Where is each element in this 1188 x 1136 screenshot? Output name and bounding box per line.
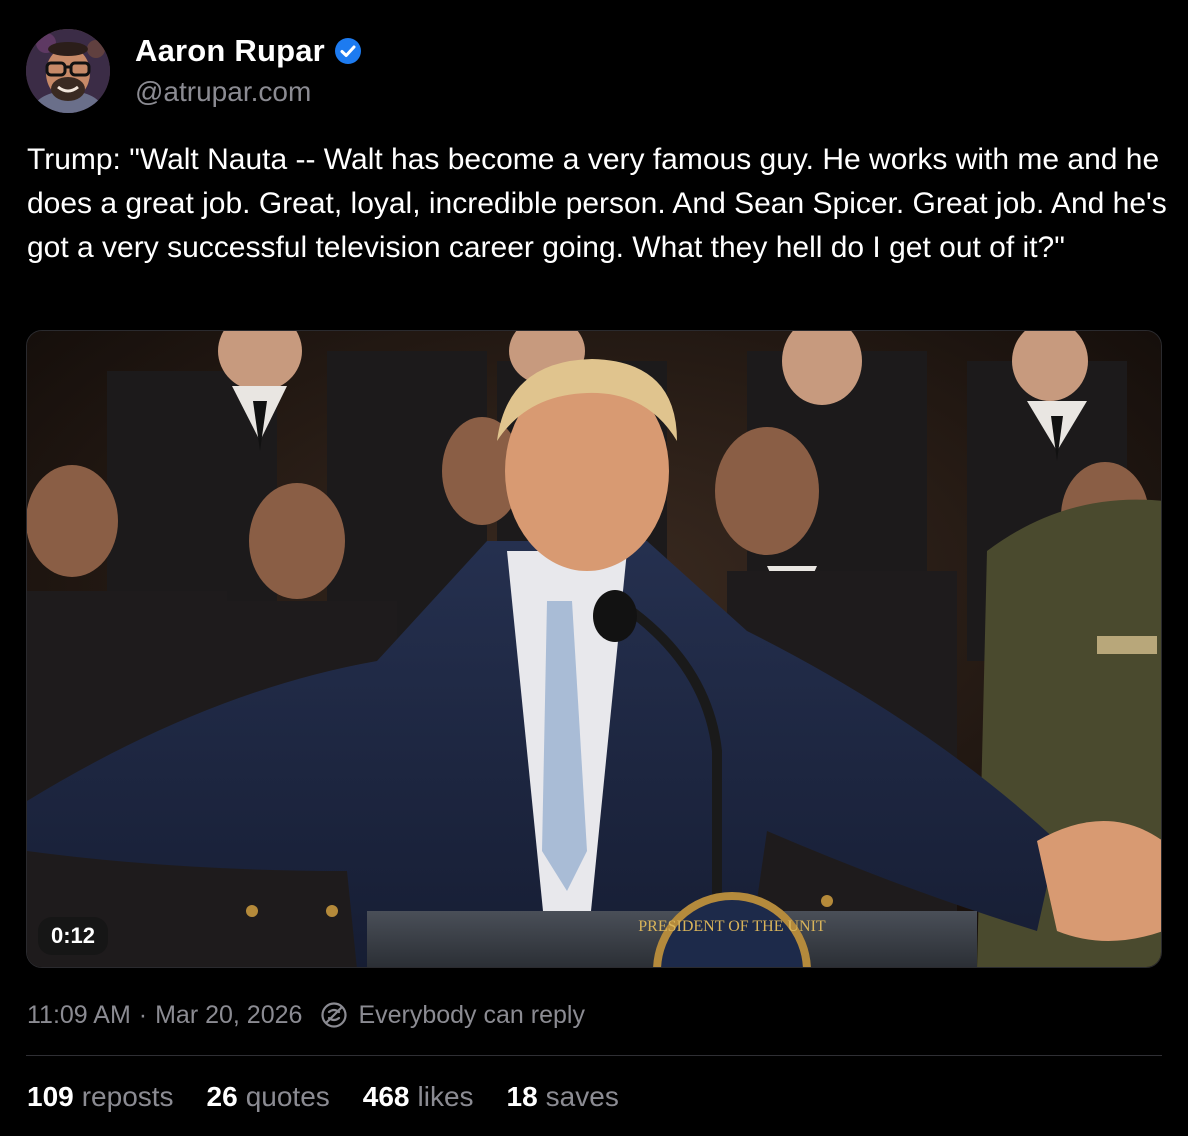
author-names: Aaron Rupar @atrupar.com	[135, 32, 362, 110]
verified-check-icon	[334, 37, 362, 65]
divider	[26, 1055, 1162, 1056]
stat-count: 468	[362, 1081, 410, 1112]
stat-count: 26	[206, 1081, 238, 1112]
stat-count: 18	[506, 1081, 538, 1112]
meta-separator: ·	[138, 1001, 148, 1029]
post: Aaron Rupar @atrupar.com Trump: "Walt Na…	[0, 0, 1188, 1136]
post-date[interactable]: Mar 20, 2026	[155, 998, 302, 1032]
display-name[interactable]: Aaron Rupar	[135, 32, 325, 70]
post-header: Aaron Rupar @atrupar.com	[26, 28, 362, 114]
stat-reposts[interactable]: 109 reposts	[27, 1078, 174, 1116]
seal-text: PRESIDENT OF THE UNIT	[638, 918, 826, 935]
stat-quotes[interactable]: 26 quotes	[207, 1078, 330, 1116]
video-player[interactable]: PRESIDENT OF THE UNIT 0:12	[26, 330, 1162, 968]
avatar[interactable]	[26, 29, 110, 113]
stat-label: saves	[545, 1081, 619, 1112]
name-row: Aaron Rupar	[135, 32, 362, 70]
video-frame: PRESIDENT OF THE UNIT	[27, 331, 1161, 967]
post-text: Trump: "Walt Nauta -- Walt has become a …	[27, 143, 1176, 264]
stat-count: 109	[27, 1081, 74, 1112]
video-duration: 0:12	[38, 917, 109, 955]
stat-likes[interactable]: 468 likes	[363, 1078, 474, 1116]
stat-label: quotes	[245, 1081, 330, 1112]
post-meta: 11:09 AM · Mar 20, 2026 Everybody can re…	[27, 998, 585, 1032]
author-handle[interactable]: @atrupar.com	[135, 74, 362, 110]
reply-setting-icon	[320, 1001, 348, 1029]
stat-label: likes	[417, 1081, 474, 1112]
post-stats: 109 reposts 26 quotes 468 likes 18 saves	[27, 1078, 652, 1116]
post-time[interactable]: 11:09 AM	[27, 998, 131, 1032]
stat-label: reposts	[81, 1081, 174, 1112]
stat-saves[interactable]: 18 saves	[507, 1078, 619, 1116]
reply-setting[interactable]: Everybody can reply	[358, 998, 585, 1032]
